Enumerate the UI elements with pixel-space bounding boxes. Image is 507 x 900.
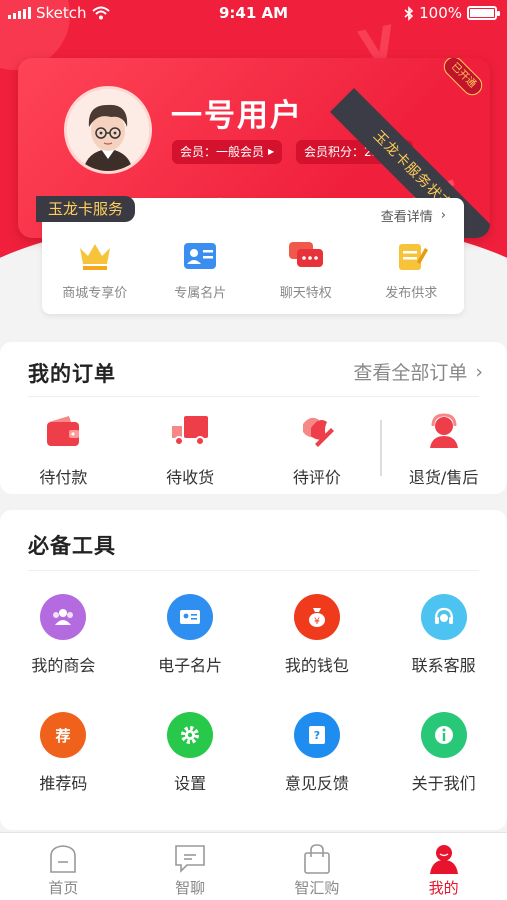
tool-label: 我的钱包 (284, 656, 349, 675)
tool-settings[interactable]: 设置 (127, 712, 254, 830)
crown-icon (79, 244, 110, 270)
tool-label: 我的商会 (31, 656, 96, 675)
svg-text:荐: 荐 (55, 727, 71, 745)
svg-text:?: ? (314, 729, 320, 742)
service-item-publish[interactable]: 发布供求 (359, 240, 465, 301)
view-details-label: 查看详情 (380, 210, 433, 225)
group-icon (40, 594, 87, 640)
order-returns[interactable]: 退货/售后 (380, 412, 507, 488)
avatar[interactable] (64, 86, 152, 174)
review-icon (302, 417, 334, 447)
order-item-label: 待收货 (166, 468, 215, 487)
service-item-label: 商城专享价 (62, 286, 128, 301)
member-level-tag[interactable]: 会员：一般会员 ▶ (172, 140, 283, 164)
tools-title: 必备工具 (28, 534, 116, 558)
tool-feedback[interactable]: ? 意见反馈 (254, 712, 381, 830)
chat-tab-icon (175, 845, 205, 873)
tab-shop[interactable]: 智汇购 (254, 833, 381, 900)
service-item-label: 聊天特权 (279, 286, 332, 301)
bluetooth-icon (404, 5, 414, 21)
tool-about-us[interactable]: 关于我们 (380, 712, 507, 830)
tool-customer-service[interactable]: 联系客服 (380, 594, 507, 712)
order-item-label: 待评价 (292, 468, 341, 487)
shopping-bag-icon (304, 844, 330, 874)
wallet-icon (47, 416, 80, 446)
view-all-orders-label: 查看全部订单 (353, 362, 468, 384)
service-item-mall-price[interactable]: 商城专享价 (42, 240, 148, 301)
status-bar: Sketch 9:41 AM 100% (0, 0, 507, 26)
tool-label: 电子名片 (158, 656, 223, 675)
tool-label: 设置 (174, 774, 207, 793)
order-pending-delivery[interactable]: 待收货 (127, 412, 254, 488)
info-icon (420, 712, 467, 758)
tab-label: 首页 (48, 879, 79, 897)
tool-my-chamber[interactable]: 我的商会 (0, 594, 127, 712)
tool-label: 联系客服 (411, 656, 476, 675)
tool-recommend-code[interactable]: 荐 推荐码 (0, 712, 127, 830)
chat-icon (288, 242, 323, 267)
money-bag-icon: ¥ (293, 594, 340, 640)
order-item-label: 退货/售后 (408, 468, 479, 487)
service-badge: 玉龙卡服务 (36, 196, 136, 222)
view-details-link[interactable]: 查看详情 › (381, 206, 446, 225)
recommend-icon: 荐 (40, 712, 87, 758)
svg-text:¥: ¥ (314, 617, 320, 627)
home-icon (50, 845, 77, 873)
tab-label: 我的 (428, 879, 459, 897)
chevron-right-icon: › (440, 208, 446, 223)
order-pending-payment[interactable]: 待付款 (0, 412, 127, 488)
tab-home[interactable]: 首页 (0, 833, 127, 900)
service-item-business-card[interactable]: 专属名片 (148, 240, 254, 301)
profile-header: V Sketch 9:41 AM 100% ✕ (0, 0, 507, 330)
battery-icon (467, 6, 500, 20)
service-item-label: 专属名片 (174, 286, 227, 301)
tool-label: 关于我们 (411, 774, 476, 793)
tab-chat[interactable]: 智聊 (127, 833, 254, 900)
id-card-icon (167, 594, 214, 640)
tool-label: 推荐码 (39, 774, 88, 793)
username: 一号用户 (171, 98, 303, 134)
feedback-icon: ? (293, 712, 340, 758)
tool-label: 意见反馈 (284, 774, 349, 793)
orders-section: 我的订单 查看全部订单 › 待付款 待收货 待评价 退货/售后 (0, 342, 507, 494)
chevron-right-icon: › (475, 360, 483, 383)
tool-wallet[interactable]: ¥ 我的钱包 (254, 594, 381, 712)
business-card-icon (184, 243, 217, 269)
publish-icon (399, 244, 429, 270)
member-level-label: 会员：一般会员 (180, 145, 265, 159)
support-icon (429, 413, 458, 448)
arrow-right-icon: ▶ (268, 147, 275, 156)
orders-title: 我的订单 (28, 362, 116, 386)
order-pending-review[interactable]: 待评价 (254, 412, 381, 488)
order-item-label: 待付款 (39, 468, 88, 487)
divider (28, 570, 479, 571)
tab-mine[interactable]: 我的 (380, 833, 507, 900)
tab-label: 智聊 (175, 879, 206, 897)
service-item-chat-privilege[interactable]: 聊天特权 (253, 240, 359, 301)
jade-card-service-panel: 玉龙卡服务 查看详情 › 商城专享价 专属名片 聊天特权 发布供求 (36, 196, 465, 314)
activated-badge: 已开通 (439, 58, 487, 100)
tab-label: 智汇购 (294, 879, 340, 897)
view-all-orders-link[interactable]: 查看全部订单 › (353, 358, 483, 385)
tool-e-card[interactable]: 电子名片 (127, 594, 254, 712)
battery-percent: 100% (419, 4, 462, 22)
headset-icon (420, 594, 467, 640)
settings-icon (167, 712, 214, 758)
bottom-tab-bar: 首页 智聊 智汇购 我的 (0, 832, 507, 900)
vertical-divider (380, 420, 382, 476)
profile-icon (429, 845, 458, 874)
truck-icon (172, 416, 209, 446)
service-item-label: 发布供求 (385, 286, 438, 301)
tools-section: 必备工具 我的商会 电子名片 ¥ 我的钱包 联系客服 荐 推荐码 设置 ? 意见… (0, 510, 507, 830)
divider (28, 396, 479, 397)
